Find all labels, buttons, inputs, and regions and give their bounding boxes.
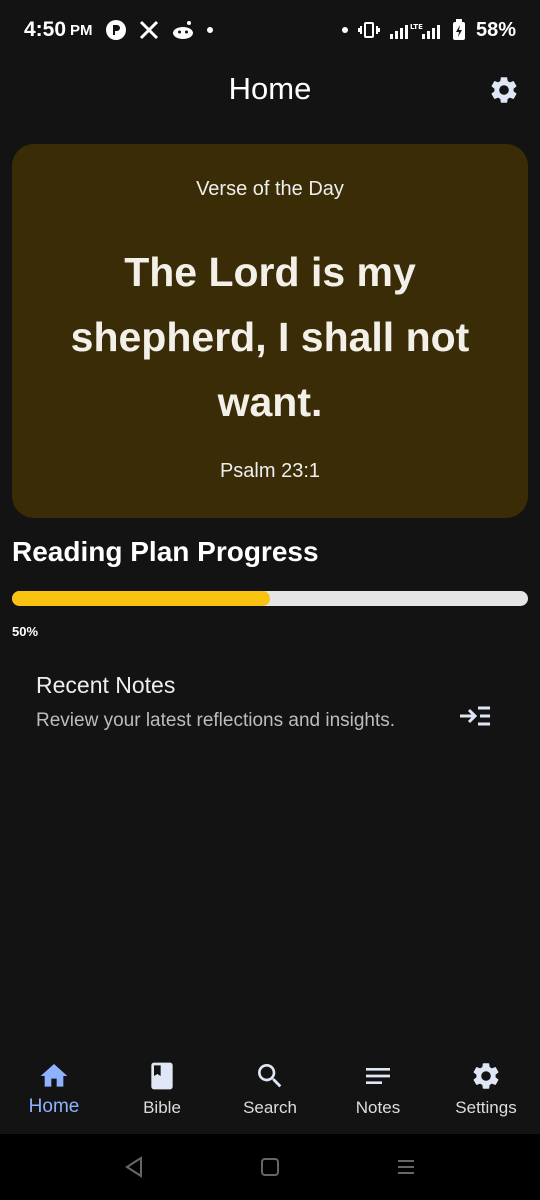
nav-item-search[interactable]: Search: [216, 1048, 324, 1134]
notes-icon: [366, 1068, 390, 1084]
recent-notes-title: Recent Notes: [36, 672, 176, 698]
recents-icon[interactable]: [396, 1156, 416, 1178]
svg-text:LTE: LTE: [410, 23, 423, 31]
arrow-into-list-icon[interactable]: [458, 704, 492, 728]
back-icon[interactable]: [124, 1156, 144, 1178]
vibrate-icon: [357, 22, 380, 38]
nav-item-settings[interactable]: Settings: [432, 1048, 540, 1134]
verse-card-label: Verse of the Day: [196, 178, 344, 200]
status-bar-right: LTE 58%: [341, 18, 516, 42]
status-time: 4:50: [24, 18, 67, 41]
verse-reference: Psalm 23:1: [219, 460, 321, 482]
nav-item-home[interactable]: Home: [0, 1048, 108, 1134]
reading-plan-progress-bar: [12, 591, 528, 606]
system-navigation-bar: [0, 1134, 540, 1200]
recent-notes-subtitle: Review your latest reflections and insig…: [36, 710, 396, 731]
verse-of-the-day-card: Verse of the Day The Lord is my shepherd…: [12, 144, 528, 518]
book-icon: [151, 1062, 173, 1090]
recent-notes-tile[interactable]: Recent Notes Review your latest reflecti…: [12, 664, 528, 774]
home-icon: [40, 1064, 68, 1087]
nav-item-bible[interactable]: Bible: [108, 1048, 216, 1134]
nav-label-bible: Bible: [143, 1098, 181, 1117]
signal-icon: LTE: [389, 23, 440, 39]
home-square-icon[interactable]: [260, 1156, 280, 1178]
app-notification-icon: [105, 20, 126, 40]
app-bar: Home: [0, 60, 540, 118]
x-icon: [139, 20, 158, 40]
search-icon: [258, 1064, 282, 1088]
battery-charging-icon: [452, 19, 465, 40]
settings-gear-icon[interactable]: [488, 74, 520, 106]
nav-label-notes: Notes: [355, 1098, 401, 1117]
reading-plan-progress-fill: [12, 591, 270, 606]
reading-plan-progress-label: 50%: [12, 624, 39, 639]
nav-label-home: Home: [28, 1096, 80, 1117]
notification-dot-icon: [341, 27, 348, 33]
reading-plan-title: Reading Plan Progress: [12, 536, 319, 567]
status-ampm: PM: [70, 21, 93, 39]
status-bar-left: 4:50 PM: [24, 18, 213, 42]
gear-icon: [473, 1063, 499, 1089]
status-bar: 4:50 PM LTE 58%: [0, 0, 540, 60]
nav-label-settings: Settings: [455, 1098, 517, 1117]
battery-percent: 58%: [475, 18, 516, 41]
reddit-icon: [172, 21, 193, 39]
notification-dot-icon: [206, 27, 213, 33]
page-title: Home: [228, 71, 312, 106]
nav-item-notes[interactable]: Notes: [324, 1048, 432, 1134]
nav-label-search: Search: [243, 1098, 297, 1117]
verse-text: The Lord is my shepherd, I shall not wan…: [70, 249, 470, 425]
bottom-navigation: Home Bible Search Notes Settings: [0, 1048, 540, 1134]
